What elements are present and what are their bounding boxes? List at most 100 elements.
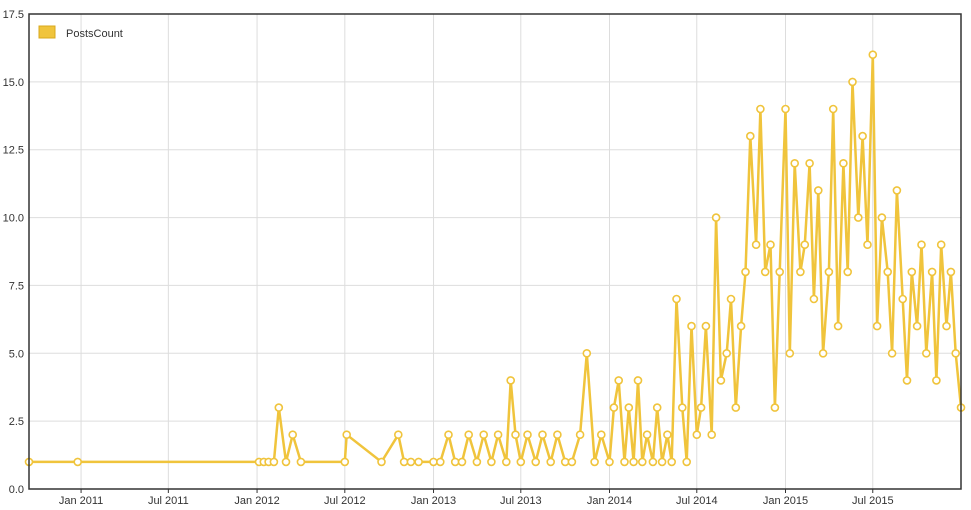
data-point <box>296 457 306 467</box>
y-tick-label: 10.0 <box>3 213 24 225</box>
data-point <box>487 457 496 467</box>
data-point <box>858 131 867 141</box>
data-point <box>575 430 585 440</box>
data-point <box>435 457 445 467</box>
data-point <box>633 376 643 385</box>
data-point <box>648 457 658 467</box>
data-point <box>642 430 652 440</box>
data-point <box>596 430 606 440</box>
data-point <box>457 457 467 467</box>
data-point <box>652 403 662 412</box>
data-point <box>399 457 409 467</box>
x-tick-label: Jan 2015 <box>763 495 808 507</box>
data-point <box>342 430 352 440</box>
data-point <box>567 457 577 467</box>
data-point <box>809 294 819 304</box>
x-tick-label: Jan 2011 <box>59 495 103 507</box>
data-point <box>605 457 614 467</box>
data-point <box>716 376 726 385</box>
x-tick-label: Jul 2011 <box>148 495 189 507</box>
data-point <box>624 403 634 412</box>
data-point <box>942 321 951 331</box>
data-point <box>790 159 800 168</box>
data-point <box>877 213 887 222</box>
data-point <box>818 348 828 358</box>
data-point <box>872 321 882 331</box>
data-point <box>620 457 629 467</box>
data-point <box>907 267 917 277</box>
data-point <box>781 104 790 114</box>
data-point <box>406 457 416 467</box>
data-point <box>73 457 82 467</box>
data-point <box>546 457 556 467</box>
data-point <box>921 348 931 358</box>
data-point <box>951 348 961 358</box>
data-point <box>672 294 681 304</box>
data-point <box>760 267 770 277</box>
data-point <box>707 430 717 440</box>
data-point <box>936 240 946 249</box>
data-point <box>340 457 350 467</box>
data-point <box>868 50 878 60</box>
data-point <box>843 267 853 277</box>
data-point <box>281 457 291 467</box>
data-point <box>766 240 775 249</box>
data-point <box>523 430 532 440</box>
data-point <box>839 159 848 168</box>
data-point <box>450 457 460 467</box>
data-point <box>663 430 672 440</box>
data-point <box>898 294 908 304</box>
x-tick-label: Jul 2012 <box>324 495 366 507</box>
data-point <box>531 457 541 467</box>
data-point <box>887 348 897 358</box>
data-point <box>775 267 785 277</box>
data-point <box>269 457 279 467</box>
y-tick-label: 0.0 <box>9 484 24 496</box>
x-tick-label: Jul 2013 <box>500 495 542 507</box>
data-point <box>590 457 599 467</box>
data-point <box>414 457 423 467</box>
y-tick-label: 5.0 <box>9 348 24 360</box>
data-point <box>892 186 902 195</box>
data-point <box>553 430 562 440</box>
data-point <box>696 403 706 412</box>
data-point <box>805 159 814 168</box>
data-point <box>444 430 453 440</box>
data-point <box>770 403 780 412</box>
data-point <box>848 77 857 87</box>
data-point <box>274 403 284 412</box>
data-point <box>288 430 298 440</box>
data-point <box>692 430 702 440</box>
data-point <box>883 267 893 277</box>
y-tick-label: 2.5 <box>9 416 24 428</box>
data-point <box>657 457 667 467</box>
data-point <box>726 294 736 304</box>
legend: PostsCount <box>38 25 123 40</box>
data-point <box>701 321 711 331</box>
data-point <box>912 321 922 331</box>
data-point <box>516 457 526 467</box>
y-tick-label: 15.0 <box>3 77 24 89</box>
data-point <box>538 430 547 440</box>
data-point <box>506 376 516 385</box>
series-layer <box>24 50 966 467</box>
y-tick-label: 12.5 <box>3 145 24 157</box>
data-point <box>917 240 926 249</box>
data-point <box>493 430 503 440</box>
data-point <box>629 457 638 467</box>
data-point <box>813 186 823 195</box>
data-point <box>393 430 403 440</box>
data-point <box>946 267 956 277</box>
legend-label: PostsCount <box>66 28 123 40</box>
data-point <box>731 403 741 412</box>
x-tick-label: Jan 2012 <box>234 495 279 507</box>
x-tick-label: Jan 2014 <box>587 495 632 507</box>
data-point <box>722 348 732 358</box>
data-point <box>677 403 687 412</box>
data-point <box>741 267 750 277</box>
data-point <box>902 376 912 385</box>
data-point <box>479 430 489 440</box>
data-point <box>828 104 838 114</box>
data-point <box>853 213 863 222</box>
data-point <box>863 240 872 249</box>
